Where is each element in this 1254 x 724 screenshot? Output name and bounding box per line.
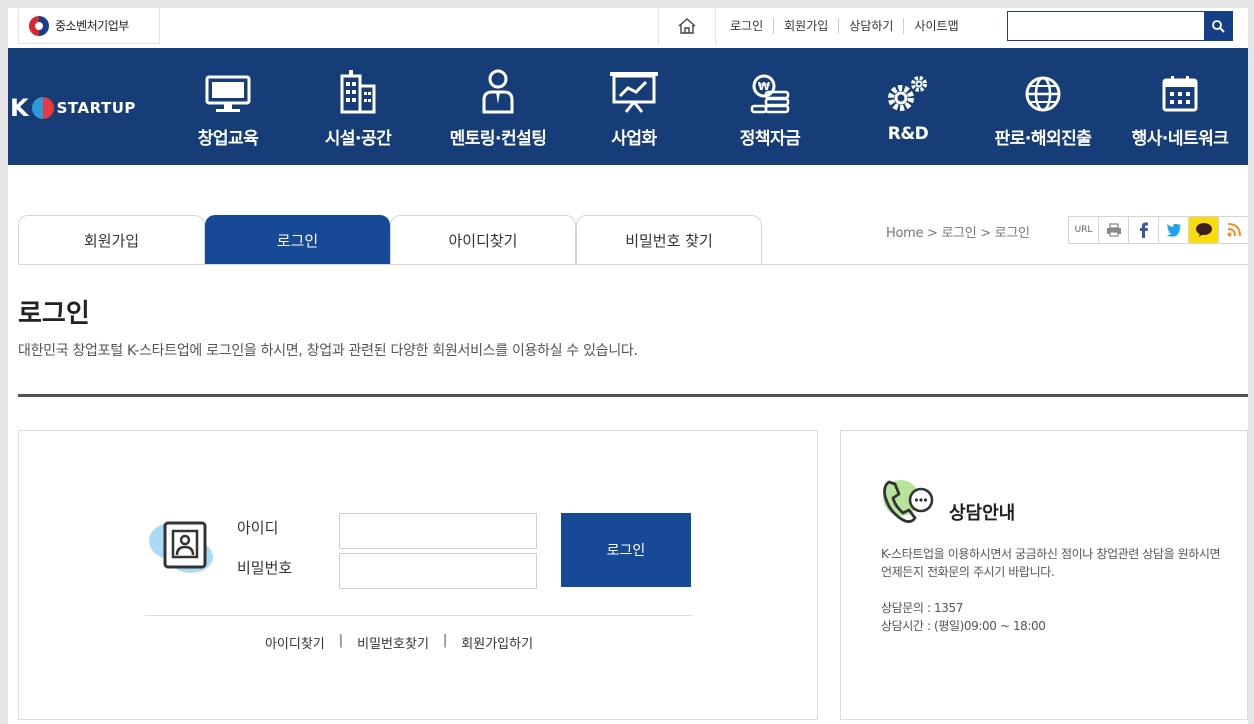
mentor-icon [482, 69, 514, 114]
login-divider [145, 615, 693, 616]
print-icon [1106, 223, 1121, 237]
member-tabs: 회원가입 로그인 아이디찾기 비밀번호 찾기 [18, 215, 1248, 265]
nav-item-education[interactable]: 창업교육 [168, 70, 288, 149]
utility-bar: 중소벤처기업부 로그인 회원가입 상담하기 사이트맵 [8, 8, 1248, 48]
url-copy-button[interactable]: URL [1069, 217, 1099, 243]
nav-item-commercialization[interactable]: 사업화 [574, 70, 694, 149]
join-link[interactable]: 회원가입하기 [461, 633, 533, 652]
kakao-icon [1195, 223, 1212, 237]
find-password-link[interactable]: 비밀번호찾기 [357, 633, 429, 652]
main-navigation: K STARTUP 창업교육 시설·공간 멘토링·컨설팅 사업화 ₩ 정책자금 … [8, 48, 1248, 165]
nav-item-events[interactable]: 행사·네트워크 [1120, 70, 1240, 149]
search-icon [1212, 20, 1225, 33]
consult-info-box: 상담안내 K-스타트업을 이용하시면서 궁금하신 점이나 창업관련 상담을 원하… [840, 430, 1248, 720]
presentation-chart-icon [610, 72, 658, 113]
page-description: 대한민국 창업포털 K-스타트업에 로그인을 하시면, 창업과 관련된 다양한 … [18, 343, 638, 359]
consult-phone: 상담문의 : 1357 [881, 601, 963, 615]
share-toolbar: URL [1068, 216, 1248, 244]
twitter-icon [1166, 223, 1181, 237]
breadcrumb: Home > 로그인 > 로그인 [886, 226, 1030, 241]
nav-item-facility[interactable]: 시설·공간 [298, 70, 418, 149]
login-form: 아이디 비밀번호 로그인 아이디찾기 | 비밀번호찾기 | 회원가입하기 [18, 430, 818, 720]
search-box [1007, 11, 1233, 41]
utility-links: 로그인 회원가입 상담하기 사이트맵 [720, 18, 969, 34]
nav-item-export[interactable]: 판로·해외진출 [983, 70, 1103, 149]
consult-description: K-스타트업을 이용하시면서 궁금하신 점이나 창업관련 상담을 원하시면 언제… [881, 547, 1221, 579]
page-title: 로그인 [18, 299, 90, 329]
tab-find-id[interactable]: 아이디찾기 [390, 215, 576, 264]
id-label: 아이디 [237, 519, 279, 537]
home-icon [678, 18, 696, 34]
print-button[interactable] [1099, 217, 1129, 243]
nav-label: R&D [887, 124, 929, 144]
building-icon [340, 70, 376, 114]
id-card-icon [145, 519, 215, 575]
util-sitemap-link[interactable]: 사이트맵 [904, 18, 968, 34]
gears-icon [888, 76, 927, 111]
kakaostory-share-button[interactable] [1189, 217, 1219, 243]
nav-label: 멘토링·컨설팅 [449, 129, 547, 149]
search-input[interactable] [1008, 12, 1204, 40]
login-help-links: 아이디찾기 | 비밀번호찾기 | 회원가입하기 [19, 633, 699, 652]
title-divider [18, 394, 1248, 397]
twitter-share-button[interactable] [1159, 217, 1189, 243]
consult-hours: 상담시간 : (평일)09:00 ~ 18:00 [881, 619, 1046, 633]
logo-k: K [10, 94, 29, 122]
nav-item-mentoring[interactable]: 멘토링·컨설팅 [438, 69, 558, 149]
rss-button[interactable] [1219, 217, 1248, 243]
home-button[interactable] [658, 8, 716, 44]
calendar-icon [1162, 76, 1198, 112]
rss-icon [1227, 223, 1241, 237]
facebook-icon [1139, 222, 1148, 238]
consult-contact: 상담문의 : 1357 상담시간 : (평일)09:00 ~ 18:00 [881, 599, 1046, 635]
util-join-link[interactable]: 회원가입 [774, 18, 840, 34]
nav-label: 시설·공간 [324, 129, 392, 149]
url-label: URL [1074, 225, 1093, 235]
ministry-name: 중소벤처기업부 [55, 19, 129, 33]
tab-login[interactable]: 로그인 [205, 215, 390, 264]
nav-label: 행사·네트워크 [1131, 129, 1229, 149]
search-button[interactable] [1204, 12, 1232, 40]
logo-ring-icon [31, 97, 54, 119]
id-input[interactable] [339, 513, 537, 549]
login-button[interactable]: 로그인 [561, 513, 691, 587]
logo-text: STARTUP [56, 99, 136, 117]
nav-label: 사업화 [611, 129, 657, 149]
nav-item-policy-fund[interactable]: ₩ 정책자금 [710, 70, 830, 149]
kstartup-logo[interactable]: K STARTUP [10, 94, 136, 122]
util-consult-link[interactable]: 상담하기 [839, 18, 905, 34]
find-id-link[interactable]: 아이디찾기 [265, 633, 325, 652]
nav-label: 창업교육 [197, 129, 259, 149]
password-input[interactable] [339, 553, 537, 589]
nav-item-rnd[interactable]: R&D [848, 70, 968, 144]
nav-label: 정책자금 [739, 129, 801, 149]
util-login-link[interactable]: 로그인 [720, 18, 775, 34]
ministry-logo-icon [29, 15, 49, 36]
link-separator: | [338, 633, 344, 648]
consult-title: 상담안내 [949, 503, 1016, 524]
monitor-icon [205, 75, 251, 112]
phone-chat-icon [879, 476, 939, 528]
tab-find-password[interactable]: 비밀번호 찾기 [576, 215, 762, 264]
password-label: 비밀번호 [237, 559, 293, 577]
page: 중소벤처기업부 로그인 회원가입 상담하기 사이트맵 K STARTUP 창업교… [8, 8, 1248, 724]
link-separator: | [442, 633, 448, 648]
nav-label: 판로·해외진출 [994, 129, 1092, 149]
money-stack-icon: ₩ [750, 74, 790, 114]
ministry-link[interactable]: 중소벤처기업부 [18, 8, 160, 44]
tab-join[interactable]: 회원가입 [18, 215, 205, 264]
facebook-share-button[interactable] [1129, 217, 1159, 243]
globe-icon [1025, 76, 1061, 112]
